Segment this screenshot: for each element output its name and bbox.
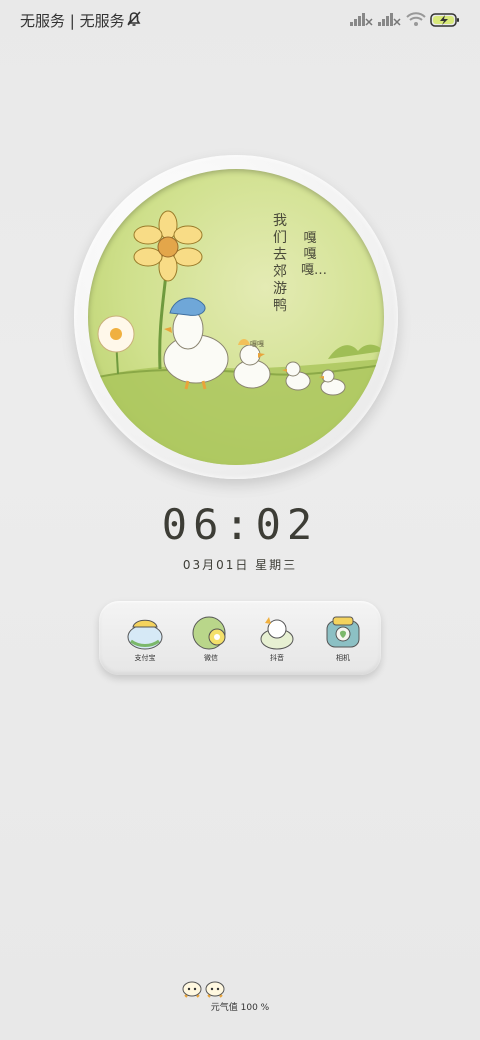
app-alipay[interactable]: 支付宝 [117,615,173,663]
carrier-status: 无服务 | 无服务 [20,12,125,30]
douyin-icon [260,617,294,650]
battery-charging-icon [430,13,459,27]
app-camera[interactable]: 相机 [315,615,371,663]
alipay-icon [127,619,163,650]
mascot-icons [182,981,225,998]
wechat-icon [192,616,226,650]
status-bar: 无服务 | 无服务 [0,0,480,42]
duck-speech: 嘎嘎 [250,340,264,348]
app-label-camera: 相机 [336,654,350,662]
app-douyin[interactable]: 抖音 [249,615,305,663]
clock-date: 03月01日 星期三 [182,558,298,572]
poem-line-1: 我们去郊游鸭 [273,213,287,314]
camera-icon [326,616,360,648]
clock-time[interactable]: 06:02 [0,500,480,549]
poem-line-2: 嘎嘎嘎… [301,231,328,278]
app-label-alipay: 支付宝 [134,654,156,662]
energy-value: 元气值 100 % [210,1003,270,1013]
bell-muted-icon [127,11,141,26]
widget-artwork: 我们去郊游鸭 嘎嘎嘎… 嘎嘎 [88,169,384,465]
app-label-douyin: 抖音 [270,654,284,662]
signal-no-service-icon-2 [378,13,401,26]
illustration-widget[interactable]: 我们去郊游鸭 嘎嘎嘎… 嘎嘎 [74,155,398,479]
app-dock: 支付宝 微信 抖音 相机 [99,601,381,675]
duck-family-illustration [88,210,384,465]
wifi-icon [406,12,426,26]
app-label-wechat: 微信 [204,654,218,662]
signal-no-service-icon [350,13,373,26]
app-wechat[interactable]: 微信 [183,615,239,663]
